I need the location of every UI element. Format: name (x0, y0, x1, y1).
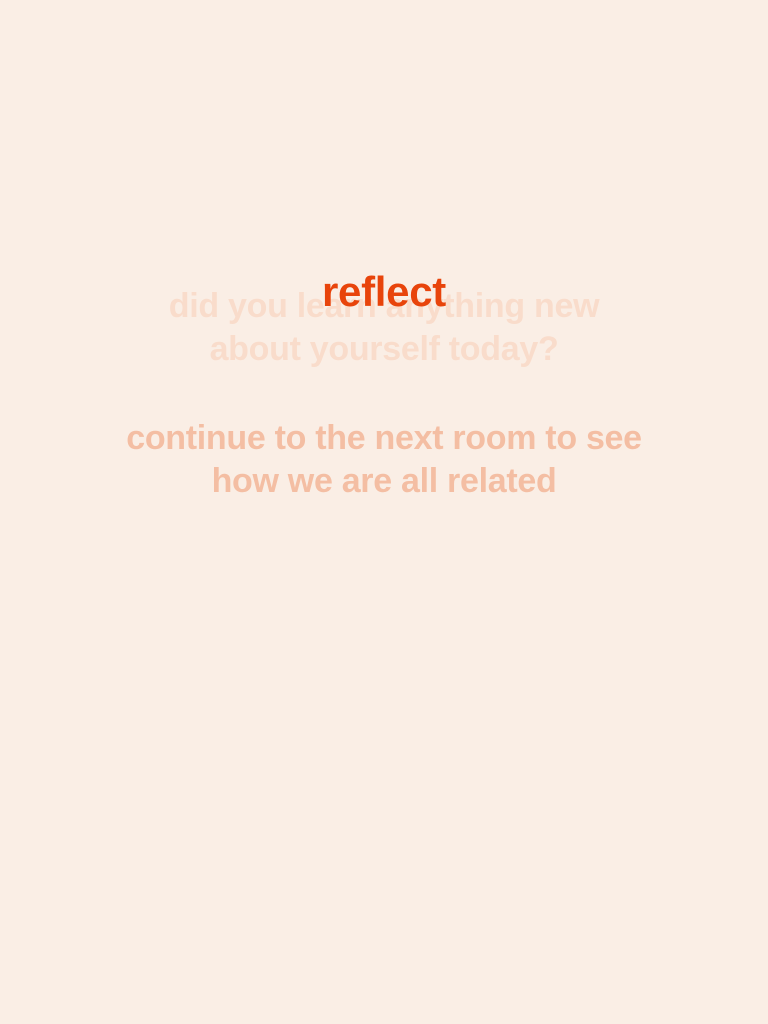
next-room-instruction-line-1: continue to the next room to see (126, 419, 642, 457)
reflection-question-line-2: about yourself today? (209, 330, 559, 368)
reflect-screen: reflect did you learn anything new about… (0, 0, 768, 1024)
page-title: reflect (322, 268, 446, 315)
next-room-instruction: continue to the next room to see how we … (0, 417, 768, 503)
next-room-instruction-line-2: how we are all related (211, 462, 557, 500)
